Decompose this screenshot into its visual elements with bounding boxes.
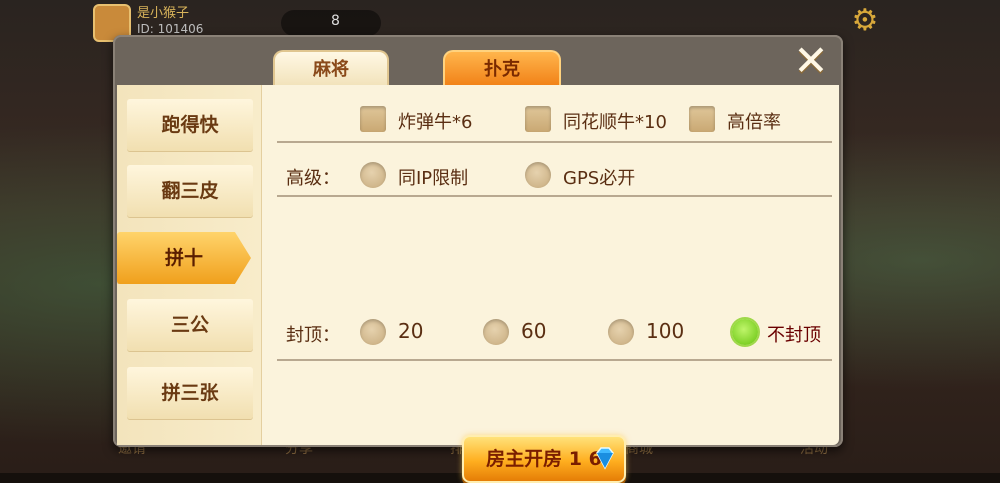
gear-icon: ⚙ <box>851 3 879 38</box>
option-label-flush: 同花顺牛*10 <box>563 112 667 133</box>
checkbox-high-multiplier[interactable] <box>689 106 715 132</box>
checkbox-flush[interactable] <box>525 106 551 132</box>
option-label-high-multiplier: 高倍率 <box>727 112 781 133</box>
diamond-icon <box>596 447 614 470</box>
player-name: 是小猴子 <box>137 6 190 21</box>
create-room-label: 房主开房 1 6 <box>486 448 602 470</box>
options-content: 炸弹牛*6 同花顺牛*10 高倍率 高级： 同IP限制 GPS必开 封顶： 20… <box>267 85 839 445</box>
option-label-cap-100: 100 <box>646 319 685 343</box>
sidebar-item-fansanpi[interactable]: 翻三皮 <box>127 165 253 217</box>
player-info-bar: 是小猴子 ID: 101406 8 <box>85 0 405 42</box>
divider <box>277 195 832 197</box>
create-room-dialog: 麻将 扑克 ✕ 跑得快 翻三皮 拼十 三公 拼三张 炸弹牛*6 同花顺牛*10 … <box>113 35 843 483</box>
advanced-label: 高级： <box>286 168 340 189</box>
radio-gps[interactable] <box>525 162 551 188</box>
game-category-tabs: 麻将 扑克 ✕ <box>113 35 843 88</box>
option-label-cap-20: 20 <box>398 319 424 343</box>
coin-count: 8 <box>331 13 340 29</box>
close-icon[interactable]: ✕ <box>783 39 839 83</box>
cap-label: 封顶： <box>286 325 340 346</box>
create-room-button[interactable]: 房主开房 1 6 <box>462 435 626 483</box>
divider <box>277 359 832 361</box>
option-label-bomb: 炸弹牛*6 <box>398 112 473 133</box>
tab-puke[interactable]: 扑克 <box>443 50 561 88</box>
radio-cap-unlimited[interactable] <box>732 319 758 345</box>
radio-same-ip[interactable] <box>360 162 386 188</box>
sidebar-item-pinsanzhang[interactable]: 拼三张 <box>127 367 253 419</box>
sidebar-item-paodekuai[interactable]: 跑得快 <box>127 99 253 151</box>
option-label-cap-unlimited: 不封顶 <box>767 325 821 346</box>
game-sidebar: 跑得快 翻三皮 拼十 三公 拼三张 <box>117 85 262 445</box>
divider <box>277 141 832 143</box>
player-id: ID: 101406 <box>137 22 204 36</box>
dialog-panel: 跑得快 翻三皮 拼十 三公 拼三张 炸弹牛*6 同花顺牛*10 高倍率 高级： … <box>117 85 839 483</box>
option-label-gps: GPS必开 <box>563 168 636 189</box>
checkbox-bomb[interactable] <box>360 106 386 132</box>
sidebar-item-pinshi[interactable]: 拼十 <box>117 232 251 284</box>
radio-cap-100[interactable] <box>608 319 634 345</box>
radio-cap-60[interactable] <box>483 319 509 345</box>
option-label-cap-60: 60 <box>521 319 547 343</box>
option-label-same-ip: 同IP限制 <box>398 168 469 189</box>
tab-majiang[interactable]: 麻将 <box>273 50 389 88</box>
radio-cap-20[interactable] <box>360 319 386 345</box>
sidebar-item-sangong[interactable]: 三公 <box>127 299 253 351</box>
